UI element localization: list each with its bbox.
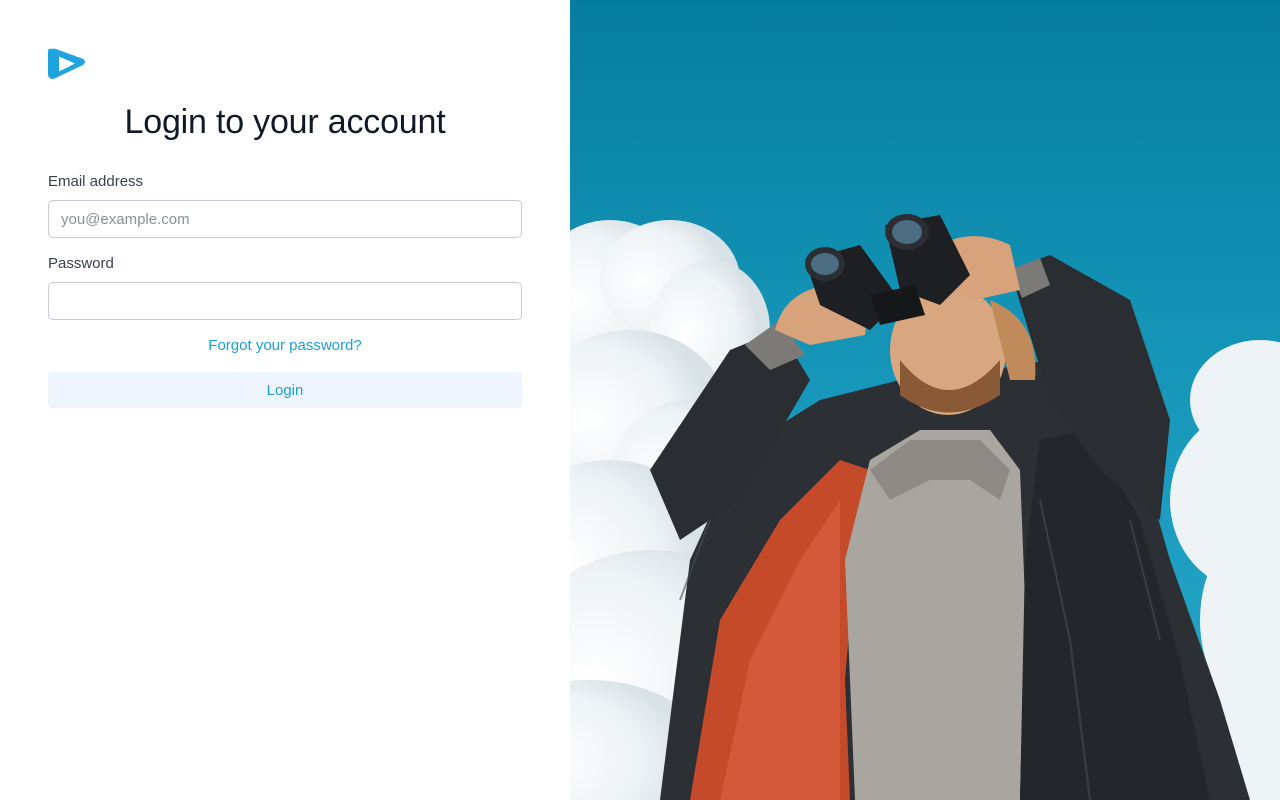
play-triangle-logo-icon <box>48 48 85 79</box>
hero-illustration <box>570 0 1280 800</box>
password-field[interactable] <box>48 282 522 320</box>
forgot-password-link[interactable]: Forgot your password? <box>48 336 522 356</box>
page-title: Login to your account <box>124 103 446 141</box>
hero-photo-binoculars <box>570 0 1280 800</box>
password-label: Password <box>48 255 114 272</box>
email-field[interactable] <box>48 200 522 238</box>
login-page: Login to your account Email address Pass… <box>0 0 1280 800</box>
email-label: Email address <box>48 173 144 190</box>
login-form-panel: Login to your account Email address Pass… <box>0 0 570 800</box>
login-button[interactable]: Login <box>48 372 522 408</box>
